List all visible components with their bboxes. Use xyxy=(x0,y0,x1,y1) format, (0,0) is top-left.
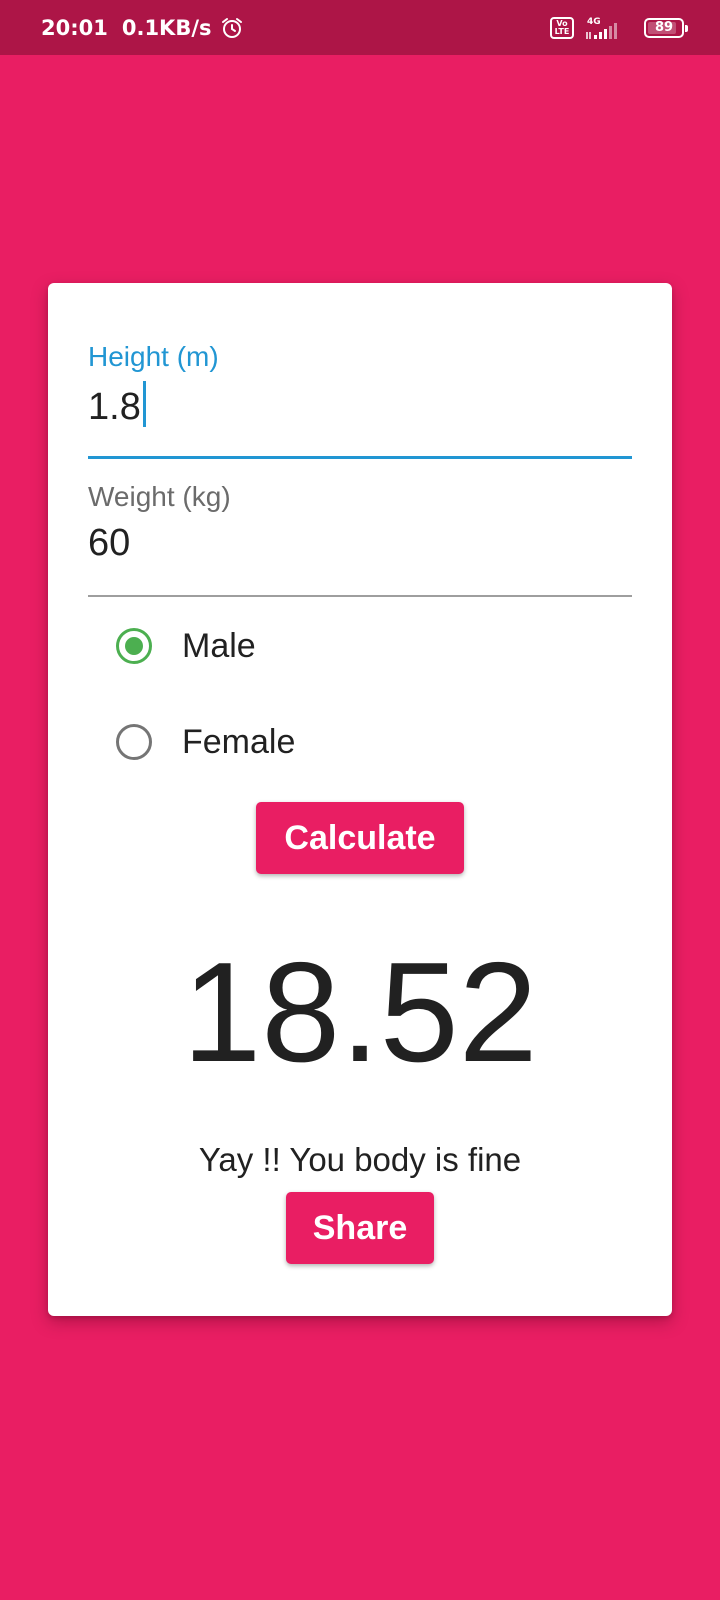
status-left: 20:01 0.1KB/s xyxy=(41,0,244,55)
calculate-button[interactable]: Calculate xyxy=(256,802,464,874)
status-right: Vo LTE 4G 89 xyxy=(550,0,688,55)
radio-button-checked[interactable] xyxy=(116,628,152,664)
weight-underline xyxy=(88,595,632,597)
battery-percent: 89 xyxy=(654,19,674,35)
height-input[interactable]: 1.8 xyxy=(88,381,632,429)
alarm-icon xyxy=(221,17,242,38)
radio-button-unchecked[interactable] xyxy=(116,724,152,760)
radio-female[interactable]: Female xyxy=(116,712,295,772)
bmi-card: Height (m) 1.8 Weight (kg) 60 Male Femal… xyxy=(48,283,672,1316)
share-button[interactable]: Share xyxy=(286,1192,434,1264)
battery-icon: 89 xyxy=(644,17,688,38)
network-type-label: 4G xyxy=(587,17,601,27)
status-time: 20:01 xyxy=(41,15,108,40)
weight-input[interactable]: 60 xyxy=(88,521,632,565)
radio-female-label: Female xyxy=(182,722,296,761)
radio-male[interactable]: Male xyxy=(116,616,256,676)
weight-label: Weight (kg) xyxy=(88,481,231,512)
height-underline xyxy=(88,456,632,459)
bmi-result-message: Yay !! You body is fine xyxy=(198,1141,522,1178)
signal-icon: 4G xyxy=(586,17,617,39)
volte-icon: Vo LTE xyxy=(550,16,574,39)
text-cursor xyxy=(142,381,146,427)
height-label: Height (m) xyxy=(88,341,219,372)
status-network-speed: 0.1KB/s xyxy=(121,15,212,40)
height-field[interactable]: Height (m) 1.8 xyxy=(88,341,632,459)
weight-field[interactable]: Weight (kg) 60 xyxy=(88,481,632,598)
status-bar: 20:01 0.1KB/s Vo LTE 4G 89 xyxy=(0,0,720,55)
radio-male-label: Male xyxy=(182,626,256,665)
bmi-result-value: 18.52 xyxy=(182,933,538,1092)
